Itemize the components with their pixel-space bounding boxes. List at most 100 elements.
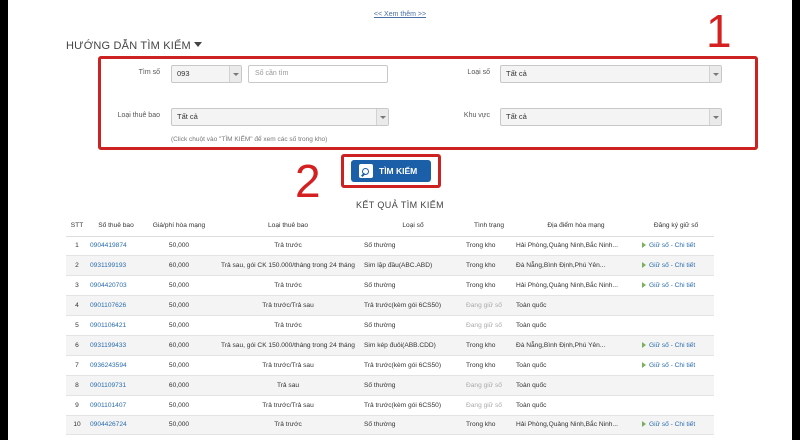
header-sim-type: Loại số bbox=[362, 216, 464, 237]
hold-number-link[interactable]: Giữ số - Chi tiết bbox=[649, 342, 695, 349]
cell-phone-number[interactable]: 0901107626 bbox=[88, 295, 144, 317]
cell-status: Đang giữ số bbox=[464, 375, 514, 396]
cell-sim-type: Sim lặp đầu(ABC.ABD) bbox=[362, 255, 464, 277]
cell-sim-type: Sim kép đuôi(ABB.CDD) bbox=[362, 335, 464, 356]
page: << Xem thêm >> HƯỚNG DẪN TÌM KIẾM 1 2 Tì… bbox=[8, 0, 792, 440]
header-status: Tình trạng bbox=[464, 216, 514, 237]
results-title: KẾT QUẢ TÌM KIẾM bbox=[355, 200, 445, 210]
cell-phone-number[interactable]: 0904420703 bbox=[88, 275, 144, 297]
header-location: Địa điểm hòa mạng bbox=[514, 216, 638, 237]
cell-status: Trong kho bbox=[464, 255, 514, 277]
guide-title-text: HƯỚNG DẪN TÌM KIẾM bbox=[66, 40, 191, 52]
cell-stt: 1 bbox=[66, 236, 88, 257]
cell-register bbox=[638, 295, 714, 317]
cell-phone-number[interactable]: 0904426724 bbox=[88, 415, 144, 436]
cell-location: Toàn quốc bbox=[514, 295, 638, 317]
cell-stt: 2 bbox=[66, 255, 88, 277]
region-select[interactable]: Tất cả bbox=[500, 108, 722, 126]
table-row: 10 0904426724 50,000 Trả trước Số thường Tron… bbox=[66, 415, 714, 436]
hold-number-link[interactable]: Giữ số - Chi tiết bbox=[649, 362, 695, 369]
cell-register bbox=[638, 375, 714, 396]
hold-number-link[interactable]: Giữ số - Chi tiết bbox=[649, 282, 695, 289]
cell-fee: 50,000 bbox=[144, 295, 214, 317]
cell-register: Giữ số - Chi tiết bbox=[638, 255, 714, 277]
table-row: 1 0904419874 50,000 Trả trước Số thường Trong… bbox=[66, 236, 714, 257]
cell-phone-number[interactable]: 0904419874 bbox=[88, 236, 144, 257]
annotation-step-1: 1 bbox=[706, 5, 732, 57]
play-arrow-icon bbox=[642, 242, 646, 249]
header-subscriber-type: Loại thuê bao bbox=[214, 216, 362, 237]
cell-fee: 50,000 bbox=[144, 415, 214, 436]
sim-type-label: Loại số bbox=[467, 69, 490, 76]
hold-number-link[interactable]: Giữ số - Chi tiết bbox=[649, 421, 695, 428]
cell-status: Trong kho bbox=[464, 355, 514, 376]
cell-stt: 5 bbox=[66, 315, 88, 336]
cell-status: Trong kho bbox=[464, 275, 514, 297]
cell-stt: 10 bbox=[66, 415, 88, 436]
cell-fee: 50,000 bbox=[144, 275, 214, 297]
cell-register: Giữ số - Chi tiết bbox=[638, 335, 714, 356]
annotation-step-2: 2 bbox=[295, 155, 321, 207]
cell-subscriber-type: Trả sau, gói CK 150.000/tháng trong 24 t… bbox=[214, 335, 362, 356]
caret-down-icon bbox=[193, 42, 202, 47]
cell-phone-number[interactable]: 0936243594 bbox=[88, 355, 144, 376]
sim-type-value: Tất cả bbox=[506, 69, 527, 78]
cell-subscriber-type: Trả sau bbox=[214, 375, 362, 396]
table-row: 6 0931199433 60,000 Trả sau, gói CK 150.000… bbox=[66, 335, 714, 356]
subscriber-type-select[interactable]: Tất cả bbox=[171, 108, 389, 126]
cell-fee: 50,000 bbox=[144, 355, 214, 376]
cell-location: Hải Phòng,Quảng Ninh,Bắc Ninh... bbox=[514, 275, 638, 297]
cell-fee: 50,000 bbox=[144, 236, 214, 257]
cell-subscriber-type: Trả trước/Trả sau bbox=[214, 295, 362, 317]
cell-phone-number[interactable]: 0931199433 bbox=[88, 335, 144, 356]
cell-stt: 3 bbox=[66, 275, 88, 297]
cell-sim-type: Trả trước(kèm gói 6CS50) bbox=[362, 355, 464, 376]
cell-fee: 60,000 bbox=[144, 255, 214, 277]
cell-sim-type: Số thường bbox=[362, 275, 464, 297]
number-search-input[interactable]: Số cần tìm bbox=[248, 65, 388, 83]
cell-status: Đang giữ số bbox=[464, 295, 514, 317]
search-button-label: TÌM KIẾM bbox=[379, 166, 418, 176]
cell-status: Đang giữ số bbox=[464, 315, 514, 336]
cell-fee: 50,000 bbox=[144, 395, 214, 416]
cell-phone-number[interactable]: 0901106421 bbox=[88, 315, 144, 336]
cell-fee: 60,000 bbox=[144, 375, 214, 396]
chevron-down-icon bbox=[709, 109, 721, 125]
cell-location: Hải Phòng,Quảng Ninh,Bắc Ninh... bbox=[514, 236, 638, 257]
table-row: 3 0904420703 50,000 Trả trước Số thường Trong… bbox=[66, 275, 714, 297]
search-label: Tìm số bbox=[138, 69, 160, 76]
subscriber-type-label: Loại thuê bao bbox=[117, 112, 160, 119]
hold-number-link[interactable]: Giữ số - Chi tiết bbox=[649, 242, 695, 249]
header-stt: STT bbox=[66, 216, 88, 237]
search-button[interactable]: TÌM KIẾM bbox=[351, 160, 431, 182]
cell-subscriber-type: Trả trước/Trả sau bbox=[214, 355, 362, 376]
cell-subscriber-type: Trả trước/Trả sau bbox=[214, 395, 362, 416]
play-arrow-icon bbox=[642, 262, 646, 269]
table-row: 9 0901101407 50,000 Trả trước/Trả sau Trả tr… bbox=[66, 395, 714, 416]
cell-register: Giữ số - Chi tiết bbox=[638, 415, 714, 436]
header-number: Số thuê bao bbox=[88, 216, 144, 237]
cell-phone-number[interactable]: 0901101407 bbox=[88, 395, 144, 416]
table-row: 5 0901106421 50,000 Trả trước Số thường Đang … bbox=[66, 315, 714, 336]
cell-register bbox=[638, 315, 714, 336]
cell-location: Toàn quốc bbox=[514, 375, 638, 396]
cell-subscriber-type: Trả sau, gói CK 150.000/tháng trong 24 t… bbox=[214, 255, 362, 277]
results-table: STT Số thuê bao Giá/phí hòa mạng Loại th… bbox=[66, 216, 714, 436]
hold-number-link[interactable]: Giữ số - Chi tiết bbox=[649, 262, 695, 269]
cell-stt: 8 bbox=[66, 375, 88, 396]
table-row: 8 0901109731 60,000 Trả sau Số thường Đang gi… bbox=[66, 375, 714, 396]
sim-type-select[interactable]: Tất cả bbox=[500, 65, 722, 83]
cell-status: Trong kho bbox=[464, 415, 514, 436]
prefix-select[interactable]: 093 bbox=[171, 65, 242, 83]
cell-phone-number[interactable]: 0931199193 bbox=[88, 255, 144, 277]
table-row: 4 0901107626 50,000 Trả trước/Trả sau Trả tr… bbox=[66, 295, 714, 317]
cell-phone-number[interactable]: 0901109731 bbox=[88, 375, 144, 396]
guide-toggle[interactable]: HƯỚNG DẪN TÌM KIẾM bbox=[66, 40, 202, 52]
header-register: Đăng ký giữ số bbox=[638, 216, 714, 237]
region-label: Khu vực bbox=[463, 112, 490, 119]
cell-sim-type: Trả trước(kèm gói 6CS50) bbox=[362, 295, 464, 317]
cell-subscriber-type: Trả trước bbox=[214, 415, 362, 436]
prefix-value: 093 bbox=[177, 69, 190, 78]
see-more-link[interactable]: << Xem thêm >> bbox=[8, 11, 792, 18]
play-arrow-icon bbox=[642, 421, 646, 428]
